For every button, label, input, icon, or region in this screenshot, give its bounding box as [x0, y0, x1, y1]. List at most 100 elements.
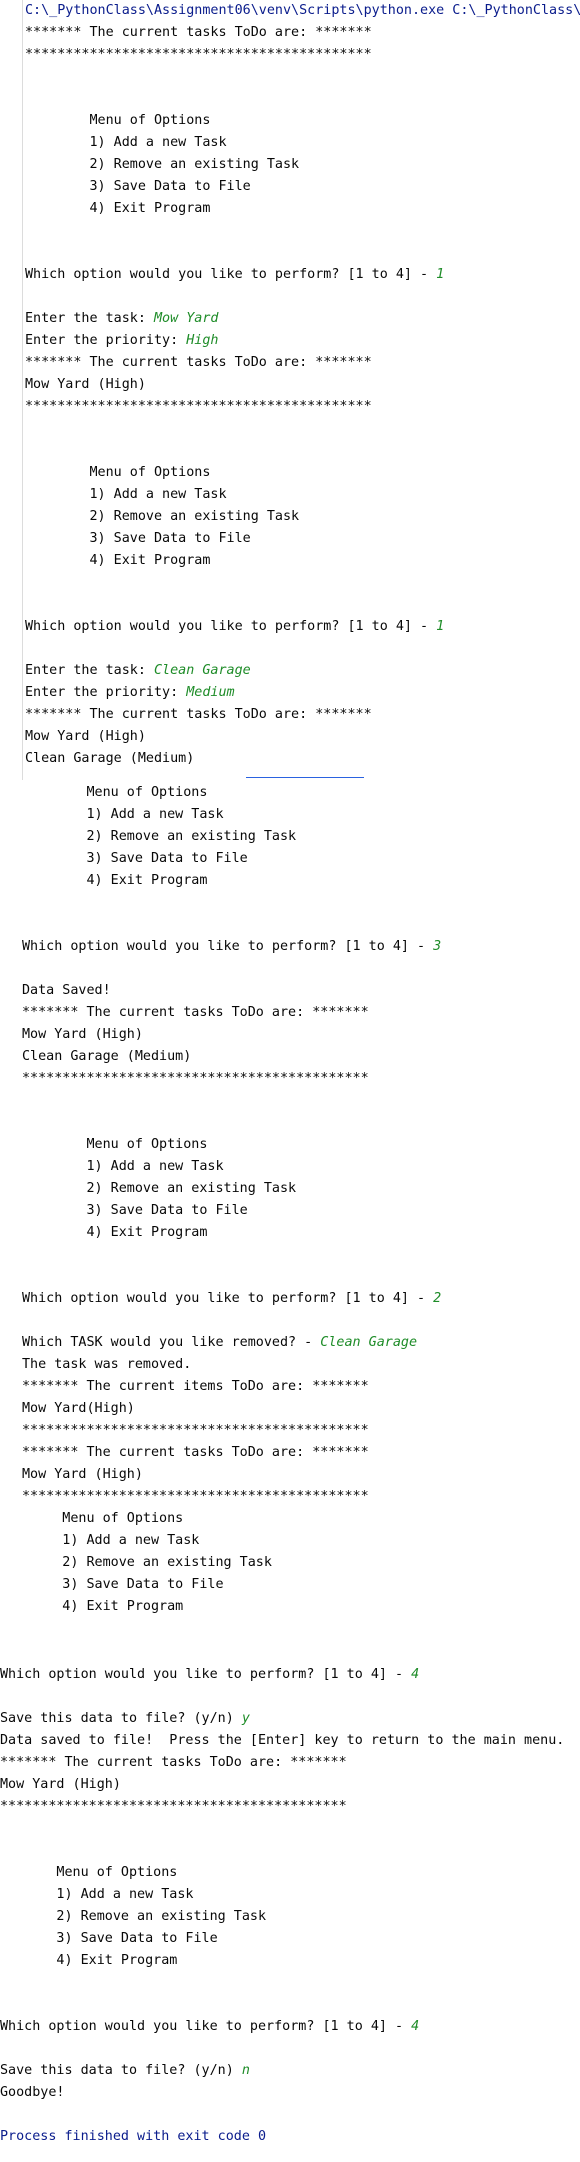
line-text: 2) Remove an existing Task	[22, 1181, 297, 1196]
output-line: ******* The current tasks ToDo are: ****…	[25, 352, 372, 374]
output-line: ****************************************…	[0, 1796, 347, 1818]
line-text: 1) Add a new Task	[22, 1533, 200, 1548]
system-line: Process finished with exit code 0	[0, 2126, 266, 2148]
output-line: ****************************************…	[25, 44, 372, 66]
line-text: Mow Yard (High)	[25, 377, 146, 392]
user-input: 1	[436, 619, 445, 634]
line-text: Data saved to file! Press the [Enter] ke…	[0, 1733, 565, 1748]
output-line: ****************************************…	[22, 1420, 369, 1442]
user-input: Clean Garage	[320, 1335, 418, 1350]
line-text: Menu of Options	[25, 113, 211, 128]
user-input: 3	[433, 939, 442, 954]
line-text: ******* The current items ToDo are: ****…	[22, 1379, 369, 1394]
output-line: ******* The current tasks ToDo are: ****…	[22, 1002, 369, 1024]
output-line: Menu of Options	[25, 110, 210, 132]
line-text: Data Saved!	[22, 983, 111, 998]
user-input: 2	[433, 1291, 442, 1306]
line-text: Mow Yard (High)	[25, 729, 146, 744]
line-text: 1) Add a new Task	[25, 487, 227, 502]
output-line: Menu of Options	[25, 462, 210, 484]
line-text: Menu of Options	[0, 1865, 178, 1880]
line-text: 3) Save Data to File	[25, 179, 251, 194]
prompt-line: Which option would you like to perform? …	[0, 2016, 419, 2038]
output-line: 1) Add a new Task	[25, 132, 227, 154]
output-line: ****************************************…	[22, 1486, 369, 1508]
user-input: Clean Garage	[154, 663, 251, 678]
prompt-line: Which TASK would you like removed? - Cle…	[22, 1332, 417, 1354]
prompt-line: Which option would you like to perform? …	[22, 936, 441, 958]
output-line: Data saved to file! Press the [Enter] ke…	[0, 1730, 564, 1752]
line-text: The task was removed.	[22, 1357, 192, 1372]
line-text: 3) Save Data to File	[0, 1931, 218, 1946]
line-text: Which option would you like to perform? …	[25, 619, 437, 634]
output-line: Menu of Options	[22, 1134, 207, 1156]
line-text: Menu of Options	[22, 1137, 208, 1152]
line-text: 1) Add a new Task	[22, 807, 224, 822]
output-line: 1) Add a new Task	[22, 804, 224, 826]
user-input: n	[241, 2063, 250, 2078]
output-line: 2) Remove an existing Task	[22, 826, 296, 848]
user-input: 1	[436, 267, 445, 282]
line-text: 3) Save Data to File	[22, 851, 248, 866]
line-text: Which option would you like to perform? …	[22, 1291, 434, 1306]
output-line: Mow Yard (High)	[0, 1774, 121, 1796]
output-line: The task was removed.	[22, 1354, 191, 1376]
output-line: 3) Save Data to File	[22, 848, 248, 870]
output-line: 4) Exit Program	[25, 198, 210, 220]
prompt-line: Which option would you like to perform? …	[25, 264, 444, 286]
output-line: 4) Exit Program	[22, 1596, 183, 1618]
line-text: 2) Remove an existing Task	[22, 1555, 272, 1570]
line-text: ******* The current tasks ToDo are: ****…	[0, 1755, 347, 1770]
line-text: 4) Exit Program	[22, 1225, 208, 1240]
output-line: Data Saved!	[22, 980, 111, 1002]
line-text: Which option would you like to perform? …	[0, 1667, 412, 1682]
line-text: Menu of Options	[25, 465, 211, 480]
line-text: 4) Exit Program	[0, 1953, 178, 1968]
prompt-line: Enter the task: Clean Garage	[25, 660, 251, 682]
line-text: ******* The current tasks ToDo are: ****…	[22, 1445, 369, 1460]
output-line: 1) Add a new Task	[22, 1530, 199, 1552]
output-line: Mow Yard (High)	[25, 374, 146, 396]
console-gutter	[22, 0, 23, 780]
output-line: 3) Save Data to File	[22, 1574, 223, 1596]
output-line: 3) Save Data to File	[25, 528, 250, 550]
prompt-line: Which option would you like to perform? …	[0, 1664, 419, 1686]
line-text: Mow Yard(High)	[22, 1401, 135, 1416]
output-line: ******* The current tasks ToDo are: ****…	[25, 22, 372, 44]
output-line: 3) Save Data to File	[0, 1928, 218, 1950]
prompt-line: Enter the task: Mow Yard	[25, 308, 219, 330]
line-text: 1) Add a new Task	[25, 135, 227, 150]
line-text: 1) Add a new Task	[0, 1887, 194, 1902]
line-text: ****************************************…	[22, 1423, 369, 1438]
output-line: Menu of Options	[22, 782, 207, 804]
output-line: Mow Yard (High)	[22, 1464, 143, 1486]
output-line: Clean Garage (Medium)	[25, 748, 194, 770]
line-text: Menu of Options	[22, 1511, 184, 1526]
line-text: 4) Exit Program	[22, 873, 208, 888]
line-text: Goodbye!	[0, 2085, 65, 2100]
line-text: 4) Exit Program	[25, 553, 211, 568]
line-text: Mow Yard (High)	[0, 1777, 121, 1792]
line-text: Mow Yard (High)	[22, 1467, 143, 1482]
line-text: 4) Exit Program	[25, 201, 211, 216]
output-line: 2) Remove an existing Task	[0, 1906, 266, 1928]
line-text: Which option would you like to perform? …	[25, 267, 437, 282]
line-text: 2) Remove an existing Task	[22, 829, 297, 844]
output-line: Mow Yard (High)	[25, 726, 146, 748]
output-line: Goodbye!	[0, 2082, 65, 2104]
line-text: Which option would you like to perform? …	[0, 2019, 412, 2034]
line-text: C:\_PythonClass\Assignment06\venv\Script…	[25, 3, 580, 18]
prompt-line: Which option would you like to perform? …	[25, 616, 444, 638]
output-line: ******* The current tasks ToDo are: ****…	[22, 1442, 369, 1464]
line-text: ******* The current tasks ToDo are: ****…	[25, 707, 372, 722]
line-text: ******* The current tasks ToDo are: ****…	[25, 25, 372, 40]
user-input: y	[241, 1711, 250, 1726]
line-text: ****************************************…	[0, 1799, 347, 1814]
prompt-line: Save this data to file? (y/n) y	[0, 1708, 250, 1730]
line-text: Clean Garage (Medium)	[22, 1049, 192, 1064]
console-output-part-3: Which option would you like to perform? …	[0, 1640, 580, 2162]
line-text: Which option would you like to perform? …	[22, 939, 434, 954]
line-text: Enter the task:	[25, 311, 154, 326]
line-text: Save this data to file? (y/n)	[0, 2063, 242, 2078]
output-line: 1) Add a new Task	[25, 484, 227, 506]
